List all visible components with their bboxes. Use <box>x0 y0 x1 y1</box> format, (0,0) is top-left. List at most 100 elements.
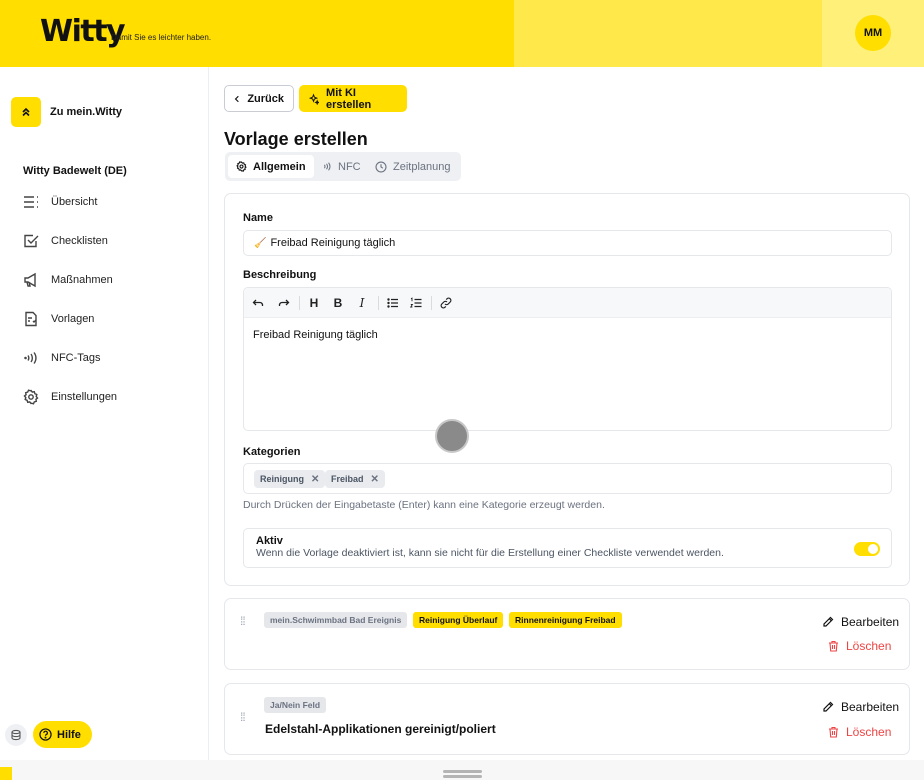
edit-label: Bearbeiten <box>841 615 900 629</box>
witty-logo[interactable]: Witty <box>40 14 126 49</box>
item-title: Edelstahl-Applikationen gereinigt/polier… <box>265 722 496 736</box>
logo-tagline: Damit Sie es leichter haben. <box>111 33 212 42</box>
delete-button[interactable]: Löschen <box>828 725 891 739</box>
tab-zeitplanung[interactable]: Zeitplanung <box>367 155 459 178</box>
chevrons-up-icon <box>22 107 30 117</box>
chevron-left-icon <box>234 95 239 102</box>
sidebar-item-uebersicht[interactable]: Übersicht <box>23 192 97 212</box>
toggle-knob <box>868 544 878 554</box>
undo-button[interactable] <box>250 295 266 311</box>
link-icon <box>440 297 452 309</box>
checklist-item-card: ⁞⁞ mein.Schwimmbad Bad Ereignis Reinigun… <box>224 598 910 670</box>
question-icon <box>39 728 52 741</box>
sidebar-item-massnahmen[interactable]: Maßnahmen <box>23 270 113 290</box>
trash-icon <box>829 640 838 652</box>
bold-button[interactable]: B <box>330 295 346 311</box>
item-tag: Ja/Nein Feld <box>264 697 327 713</box>
broom-emoji: 🧹 <box>254 238 267 249</box>
redo-button[interactable] <box>276 295 292 311</box>
name-field[interactable]: 🧹 Freibad Reinigung täglich <box>243 230 892 256</box>
heading-button[interactable]: H <box>306 295 322 311</box>
create-with-ai-label: Mit KI erstellen <box>326 86 372 111</box>
nfc-icon <box>323 162 331 171</box>
name-field-value: 🧹 Freibad Reinigung täglich <box>254 237 395 249</box>
edit-button[interactable]: Bearbeiten <box>822 700 899 714</box>
bullet-list-button[interactable] <box>385 295 401 311</box>
gear-icon <box>236 161 247 172</box>
sidebar-item-label: Übersicht <box>51 196 98 208</box>
sidebar-item-label: Maßnahmen <box>51 274 113 286</box>
create-with-ai-button[interactable]: Mit KI erstellen <box>299 85 407 112</box>
sidebar-item-checklisten[interactable]: Checklisten <box>23 231 108 251</box>
coins-icon[interactable] <box>5 723 27 746</box>
bottom-accent <box>0 767 12 780</box>
categories-hint: Durch Drücken der Eingabetaste (Enter) k… <box>243 499 605 511</box>
drag-handle-icon[interactable]: ⁞⁞ <box>240 615 246 627</box>
category-chip: Freibad ✕ <box>325 470 385 488</box>
sidebar-item-label: Checklisten <box>51 235 108 247</box>
categories-label: Kategorien <box>243 446 301 458</box>
link-button[interactable] <box>438 295 454 311</box>
tab-label: Zeitplanung <box>393 160 451 173</box>
toolbar-divider <box>378 296 379 310</box>
sparkles-icon <box>308 93 320 105</box>
editor-toolbar: H B I <box>244 288 891 318</box>
toolbar-divider <box>299 296 300 310</box>
delete-button[interactable]: Löschen <box>828 639 891 653</box>
item-tag: Rinnenreinigung Freibad <box>509 612 622 628</box>
resize-handle[interactable] <box>443 775 482 778</box>
page-title: Vorlage erstellen <box>224 129 368 149</box>
tab-allgemein[interactable]: Allgemein <box>228 155 314 178</box>
app-header: Witty Damit Sie es leichter haben. MM <box>0 0 924 67</box>
clock-icon <box>375 160 387 173</box>
nfc-icon <box>24 352 37 364</box>
help-button[interactable]: Hilfe <box>33 721 92 748</box>
toolbar-divider <box>431 296 432 310</box>
back-to-mein-witty-label[interactable]: Zu mein.Witty <box>50 106 122 118</box>
active-title: Aktiv <box>256 535 283 547</box>
item-tag: Reinigung Überlauf <box>413 612 504 628</box>
checkbox-icon <box>24 234 39 248</box>
template-form-card: Name 🧹 Freibad Reinigung täglich Beschrei… <box>224 193 910 586</box>
user-avatar[interactable]: MM <box>855 15 891 51</box>
remove-category-icon[interactable]: ✕ <box>311 474 319 485</box>
trash-icon <box>829 726 838 738</box>
sidebar-item-label: Vorlagen <box>51 313 95 325</box>
sidebar: Zu mein.Witty Witty Badewelt (DE) Übersi… <box>0 67 209 780</box>
tab-nfc[interactable]: NFC <box>313 155 369 178</box>
active-toggle[interactable] <box>854 542 880 556</box>
resize-handle[interactable] <box>443 770 482 773</box>
name-value-text: Freibad Reinigung täglich <box>270 237 396 249</box>
sidebar-item-label: Einstellungen <box>51 391 118 403</box>
checklist-item-card: ⁞⁞ Ja/Nein Feld Edelstahl-Applikationen … <box>224 683 910 755</box>
italic-button[interactable]: I <box>354 295 370 311</box>
help-area: Hilfe <box>5 721 92 748</box>
gear-icon <box>23 389 39 405</box>
description-text[interactable]: Freibad Reinigung täglich <box>253 329 378 341</box>
edit-label: Bearbeiten <box>841 700 900 714</box>
sidebar-item-vorlagen[interactable]: Vorlagen <box>23 309 94 329</box>
active-setting: Aktiv Wenn die Vorlage deaktiviert ist, … <box>243 528 892 568</box>
numbered-list-icon <box>410 297 422 308</box>
pencil-icon <box>823 701 834 712</box>
header-band <box>514 0 822 67</box>
name-label: Name <box>243 212 273 224</box>
item-tag: mein.Schwimmbad Bad Ereignis <box>264 612 408 628</box>
active-description: Wenn die Vorlage deaktiviert ist, kann s… <box>256 547 724 559</box>
sidebar-item-einstellungen[interactable]: Einstellungen <box>23 387 117 407</box>
categories-input[interactable]: Reinigung ✕ Freibad ✕ <box>243 463 892 494</box>
organization-name: Witty Badewelt (DE) <box>23 165 127 177</box>
numbered-list-button[interactable] <box>408 295 424 311</box>
tab-label: Allgemein <box>253 160 306 173</box>
sidebar-item-nfc-tags[interactable]: NFC-Tags <box>23 348 101 368</box>
description-editor[interactable]: H B I Freibad Reinigung täglich <box>243 287 892 431</box>
drag-handle-icon[interactable]: ⁞⁞ <box>240 711 246 723</box>
back-button[interactable]: Zurück <box>224 85 294 112</box>
edit-button[interactable]: Bearbeiten <box>822 615 899 629</box>
undo-icon <box>252 299 264 306</box>
tab-bar: Allgemein NFC Zeitplanung <box>225 152 461 181</box>
back-button-label: Zurück <box>247 92 284 105</box>
back-to-mein-witty-button[interactable] <box>11 97 41 127</box>
template-icon <box>25 311 37 327</box>
remove-category-icon[interactable]: ✕ <box>371 474 379 485</box>
